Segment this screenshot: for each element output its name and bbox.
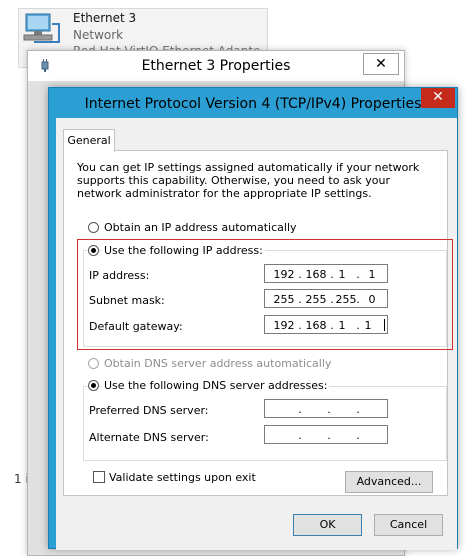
ip-dot: . [356,403,360,416]
dns-group [83,386,447,461]
highlight-outline [77,239,453,350]
ip-dot: . [356,429,360,442]
ip-dot: . [327,429,331,442]
adapter-status: Network [73,28,124,42]
preferred-dns-input[interactable]: . . . [264,399,388,418]
radio-obtain-ip-auto[interactable] [88,222,99,233]
radio-obtain-ip-auto-label: Obtain an IP address automatically [104,221,297,234]
close-icon: ✕ [375,56,387,72]
tab-general[interactable]: General [63,129,115,152]
preferred-dns-label: Preferred DNS server: [89,404,209,417]
ip-dot: . [327,403,331,416]
cancel-button[interactable]: Cancel [374,514,443,536]
ip-dot: . [298,429,302,442]
alternate-dns-label: Alternate DNS server: [89,431,209,444]
alternate-dns-input[interactable]: . . . [264,425,388,444]
close-button[interactable]: ✕ [363,53,399,75]
ipv4-properties-title: Internet Protocol Version 4 (TCP/IPv4) P… [84,96,422,112]
validate-settings-checkbox[interactable] [93,471,105,483]
adapter-name: Ethernet 3 [73,11,137,25]
intro-text: You can get IP settings assigned automat… [77,161,420,200]
ok-button[interactable]: OK [293,514,362,536]
ethernet-properties-title: Ethernet 3 Properties [141,58,291,74]
ipv4-properties-dialog: Internet Protocol Version 4 (TCP/IPv4) P… [48,87,458,550]
radio-obtain-dns-auto[interactable] [88,358,99,369]
close-icon: ✕ [432,89,444,105]
advanced-button[interactable]: Advanced... [345,471,433,493]
ip-dot: . [298,403,302,416]
radio-obtain-dns-auto-label: Obtain DNS server address automatically [104,357,332,370]
close-button[interactable]: ✕ [421,88,455,108]
radio-use-following-dns[interactable] [88,380,99,391]
radio-use-following-dns-label: Use the following DNS server addresses: [102,379,330,392]
network-adapter-icon [22,12,62,46]
validate-settings-label: Validate settings upon exit [109,471,256,484]
dialog-body: General You can get IP settings assigned… [56,118,457,550]
